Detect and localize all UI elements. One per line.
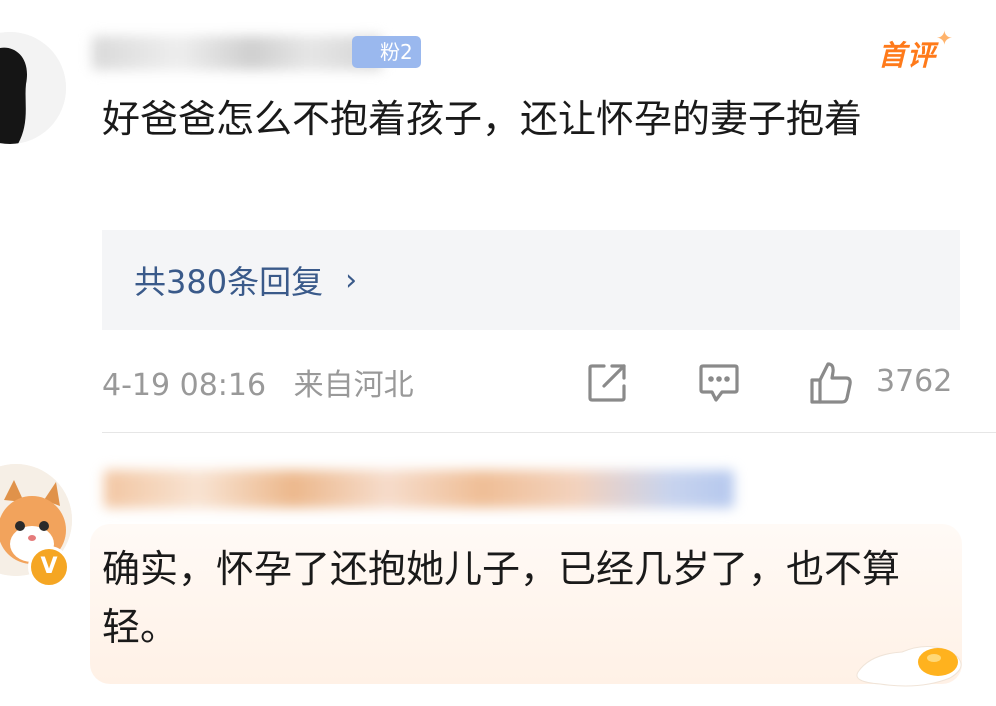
verified-badge: V bbox=[28, 546, 70, 588]
like-count: 3762 bbox=[876, 364, 953, 399]
thumbs-up-icon[interactable] bbox=[808, 360, 854, 406]
avatar-silhouette-icon bbox=[0, 32, 66, 144]
replies-count-label: 共380条回复 bbox=[134, 263, 324, 301]
fan-level-badge: 粉2 bbox=[352, 36, 421, 68]
chevron-right-icon: › bbox=[345, 262, 358, 298]
username-blurred[interactable] bbox=[104, 470, 734, 508]
view-replies-button[interactable]: 共380条回复 › bbox=[102, 230, 960, 330]
avatar[interactable] bbox=[0, 32, 66, 144]
fried-egg-icon bbox=[850, 632, 970, 692]
comment-location: 来自河北 bbox=[293, 368, 414, 403]
comment-date: 4-19 08:16 bbox=[102, 368, 267, 403]
comment-divider bbox=[102, 432, 996, 433]
comment-meta: 4-19 08:16 来自河北 bbox=[102, 360, 432, 404]
username-blurred[interactable] bbox=[92, 36, 382, 70]
share-icon[interactable] bbox=[584, 360, 630, 406]
sparkle-icon: ✦ bbox=[936, 26, 953, 50]
comment-icon[interactable] bbox=[696, 360, 742, 406]
comment-text: 确实，怀孕了还抱她儿子，已经几岁了，也不算轻。 bbox=[102, 547, 901, 649]
comment-text: 好爸爸怎么不抱着孩子，还让怀孕的妻子抱着 bbox=[102, 97, 863, 141]
first-comment-badge: 首评 bbox=[878, 39, 937, 72]
